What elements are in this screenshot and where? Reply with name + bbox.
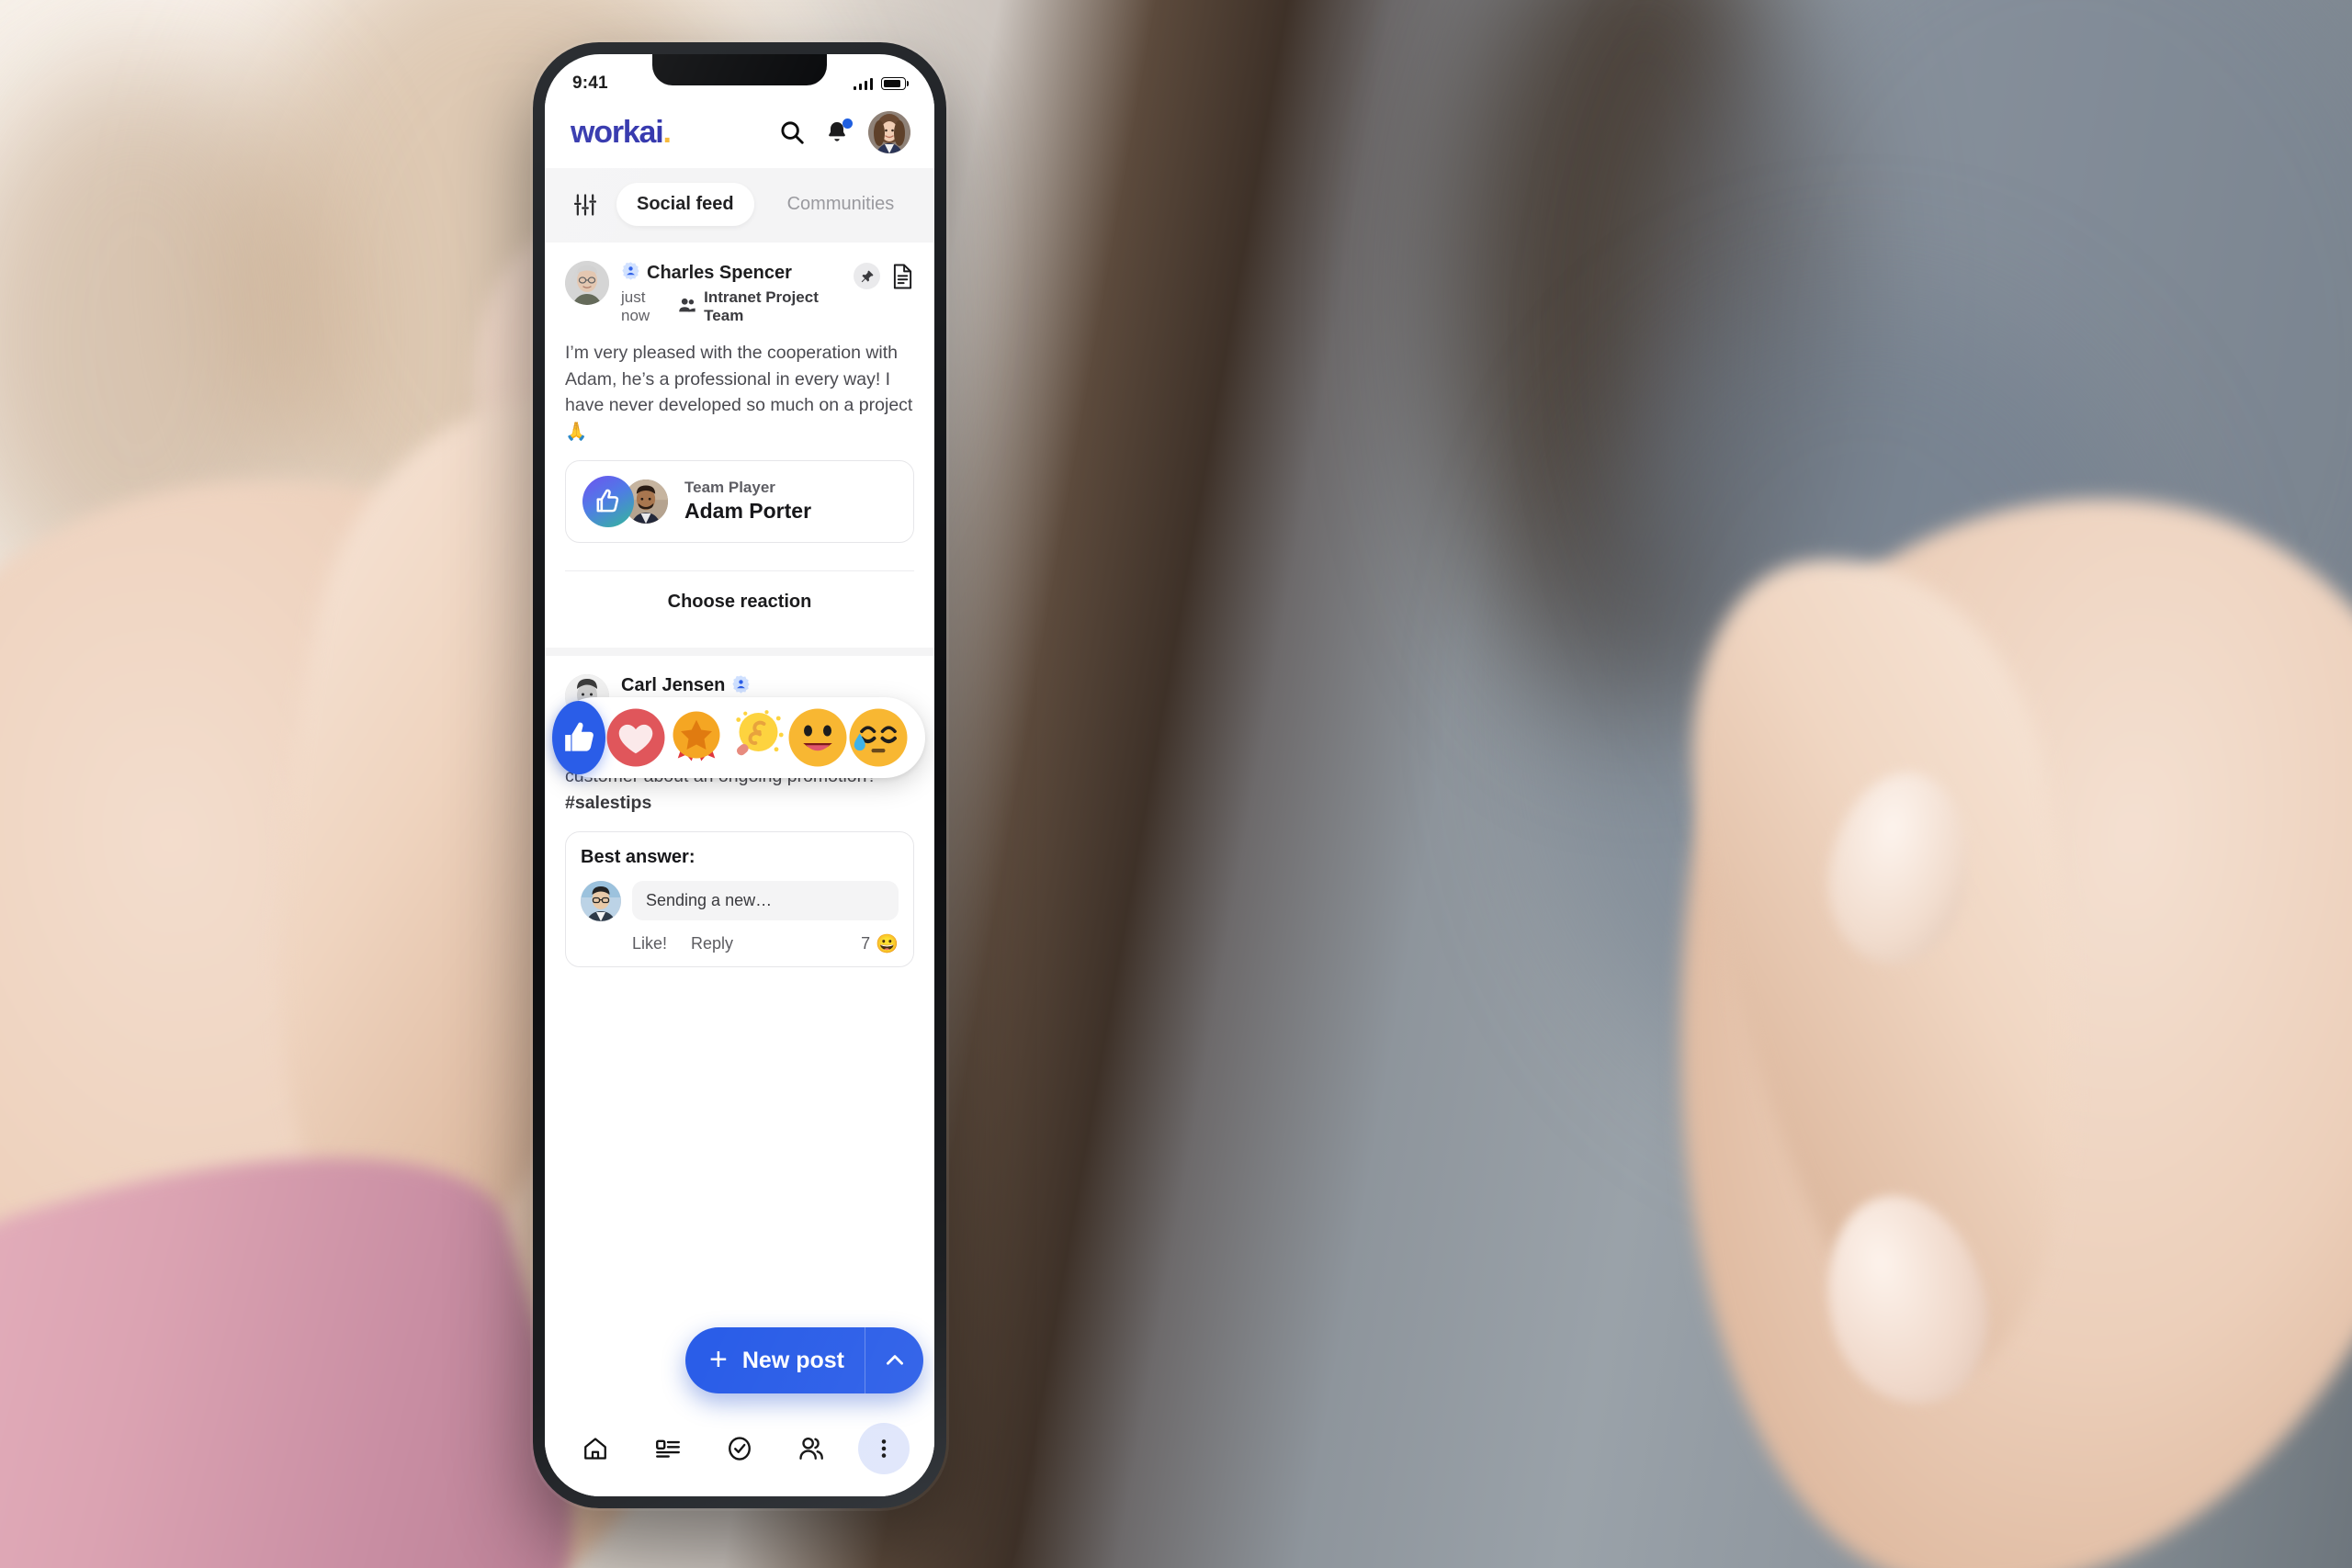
reaction-count-value: 7 [861,933,871,953]
status-time: 9:41 [572,73,608,93]
post-actions [854,261,914,289]
best-answer-comment: Sending a new… [632,881,899,921]
scene-photo: 9:41 workai. Social feed Communities Cha… [0,0,2352,1568]
phone-screen: 9:41 workai. Social feed Communities Cha… [545,54,934,1496]
nav-more[interactable] [857,1423,910,1474]
nav-news[interactable] [642,1423,694,1474]
post-author-name[interactable]: Carl Jensen [621,675,725,696]
reply-button[interactable]: Reply [691,934,733,953]
logo-dot: . [662,114,672,150]
feed: Charles Spencer just now Intranet Projec… [545,243,934,980]
post-group-name[interactable]: Intranet Project Team [704,288,842,325]
post-author-name[interactable]: Charles Spencer [647,263,792,284]
thumbs-up-badge-icon [582,475,634,527]
post-timestamp: just now [621,288,650,324]
new-post-button[interactable]: + New post [685,1327,865,1393]
app-header: workai. [545,100,934,168]
tab-social-feed[interactable]: Social feed [616,183,754,226]
post-hashtag[interactable]: #salestips [565,793,651,813]
badge-text: Team Player Adam Porter [684,479,811,524]
post-header: Charles Spencer just now Intranet Projec… [565,261,914,325]
badge-recipient-name: Adam Porter [684,499,812,524]
nav-home[interactable] [570,1423,621,1474]
best-answer-title: Best answer: [581,846,695,867]
best-answer-footer: Like! Reply 7 😀 [581,932,899,955]
reaction-picker[interactable] [552,697,925,778]
status-indicators [853,77,909,90]
signal-bars-icon [853,77,873,90]
phone-notch [652,54,827,85]
post-author-meta: Charles Spencer just now Intranet Projec… [621,261,842,325]
best-answer-row: Sending a new… [581,880,899,921]
verified-badge-icon [621,261,640,285]
grinning-face-icon: 😀 [876,933,899,954]
reaction-haha[interactable] [787,707,848,768]
badge-avatars [582,475,670,527]
document-icon[interactable] [891,264,914,289]
verified-badge-icon [731,674,751,698]
new-post-label: New post [741,1347,844,1373]
post-charles-spencer: Charles Spencer just now Intranet Projec… [545,243,934,648]
plus-icon: + [709,1341,728,1377]
smartphone-device: 9:41 workai. Social feed Communities Cha… [533,42,946,1508]
best-answer-avatar[interactable] [581,880,621,921]
header-actions [778,111,910,153]
filter-sliders-icon[interactable] [567,190,604,220]
tab-bar: Social feed Communities [545,168,934,243]
chevron-up-icon[interactable] [865,1327,923,1393]
post-body-text: I’m very pleased with the cooperation wi… [565,343,913,442]
tab-communities[interactable]: Communities [767,183,915,226]
battery-icon [881,77,909,90]
notification-badge [842,118,853,129]
app-logo[interactable]: workai. [571,114,672,151]
badge-kind-label: Team Player [684,479,775,497]
people-group-icon [678,297,696,318]
recognition-badge-card[interactable]: Team Player Adam Porter [565,459,914,543]
reaction-sad[interactable] [848,707,909,768]
avatar[interactable] [868,111,910,153]
reaction-count[interactable]: 7 😀 [861,932,899,955]
new-post-fab[interactable]: + New post [685,1327,923,1393]
nav-people[interactable] [786,1423,837,1474]
best-answer-card: Best answer: Sending a new… Like! Reply … [565,830,914,967]
reaction-idea[interactable] [727,707,787,768]
search-icon[interactable] [778,118,806,146]
reaction-award[interactable] [666,707,727,768]
choose-reaction-label: Choose reaction [565,570,914,635]
bell-icon[interactable] [824,118,853,145]
reaction-heart[interactable] [605,707,666,768]
post-author-avatar[interactable] [565,261,609,305]
nav-tasks[interactable] [714,1423,765,1474]
bottom-navigation [545,1408,934,1496]
like-button[interactable]: Like! [632,934,667,953]
pin-icon[interactable] [854,263,880,289]
logo-text: workai [571,114,664,150]
reaction-thumbs-up[interactable] [552,701,605,774]
